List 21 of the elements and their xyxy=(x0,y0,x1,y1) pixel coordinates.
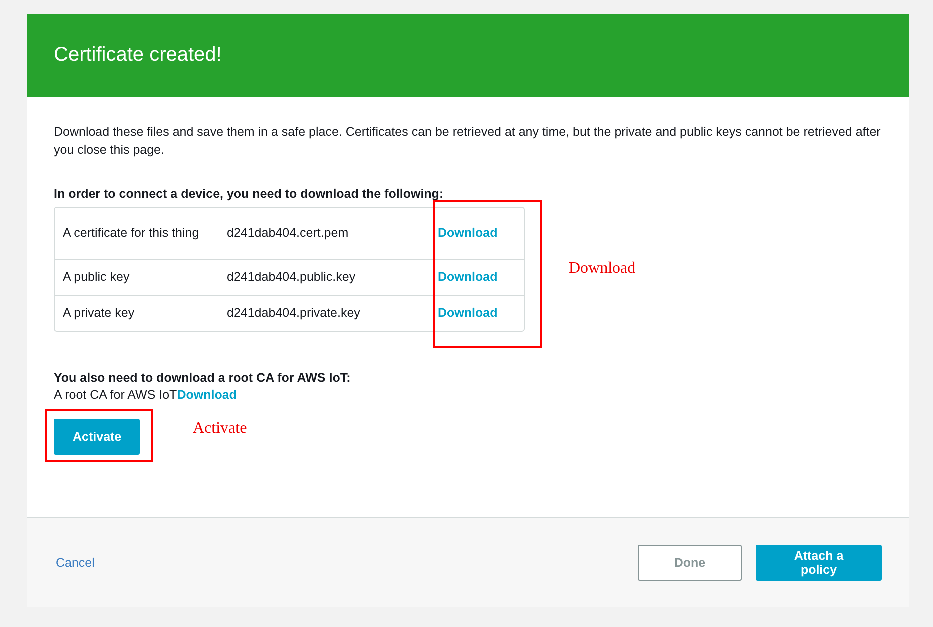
table-cell-text: A private key xyxy=(62,305,136,322)
annotation-label: Download xyxy=(569,260,636,278)
activate-button[interactable]: Activate xyxy=(54,419,140,455)
section-heading: You also need to download a root CA for AWS IoT: xyxy=(54,370,352,387)
cancel-link[interactable]: Cancel xyxy=(56,556,95,570)
download-link[interactable]: Download xyxy=(438,270,498,284)
annotation-label: Activate xyxy=(193,420,248,438)
root-ca-label: A root CA for AWS IoT xyxy=(54,387,178,404)
intro-text: Download these files and save them in a safe place. Certificates can be retrieved at any time, but the private and public keys cannot be retrieved after you close this page. xyxy=(54,124,882,159)
table-cell-text: d241dab404.private.key xyxy=(226,305,362,322)
table-cell: A certificate for this thing xyxy=(55,208,219,260)
section-heading: In order to connect a device, you need to download the following: xyxy=(54,186,445,203)
download-link[interactable]: Download xyxy=(177,387,237,404)
dialog-title: Certificate created! xyxy=(54,44,222,67)
table-cell: d241dab404.cert.pem xyxy=(219,208,430,260)
done-button[interactable]: Done xyxy=(638,544,742,580)
table-cell: d241dab404.public.key xyxy=(219,260,430,296)
attach-policy-button[interactable]: Attach a policy xyxy=(756,544,882,580)
download-link[interactable]: Download xyxy=(438,306,498,320)
download-link[interactable]: Download xyxy=(438,226,498,240)
table-cell: A public key xyxy=(55,260,219,296)
